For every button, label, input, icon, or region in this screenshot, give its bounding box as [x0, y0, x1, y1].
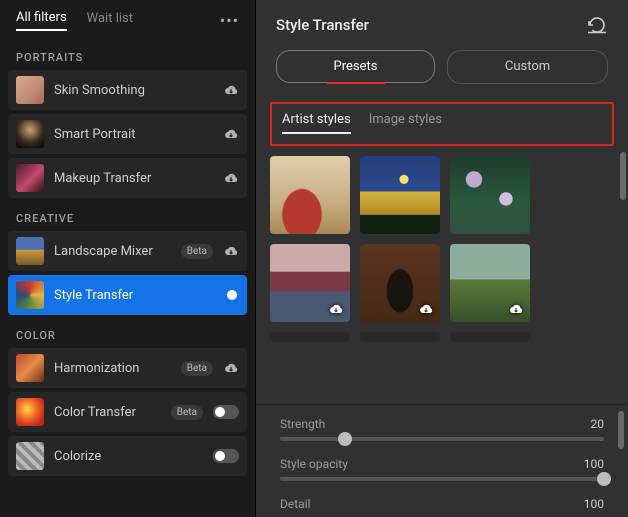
- slider-style-opacity[interactable]: Style opacity 100: [280, 457, 604, 481]
- filter-label: Makeup Transfer: [54, 171, 213, 186]
- preset-tile[interactable]: [360, 156, 440, 234]
- filter-label: Harmonization: [54, 361, 171, 376]
- filter-color-transfer[interactable]: Color Transfer Beta: [8, 392, 247, 432]
- slider-strength[interactable]: Strength 20: [280, 417, 604, 441]
- preset-grid: [270, 156, 614, 342]
- cloud-download-icon[interactable]: [418, 302, 434, 316]
- cloud-download-icon[interactable]: [328, 302, 344, 316]
- filter-label: Landscape Mixer: [54, 244, 171, 259]
- preset-scrollbar[interactable]: [618, 146, 626, 404]
- preset-tile[interactable]: [270, 156, 350, 234]
- filter-label: Smart Portrait: [54, 127, 213, 142]
- thumb-colorize-icon: [16, 442, 44, 470]
- highlighted-subtabs: Artist styles Image styles: [270, 102, 614, 146]
- preset-tile[interactable]: [360, 244, 440, 322]
- thumb-style-icon: [16, 281, 44, 309]
- slider-knob[interactable]: [597, 472, 611, 486]
- filter-label: Skin Smoothing: [54, 83, 213, 98]
- filters-sidebar: All filters Wait list ••• PORTRAITS Skin…: [0, 0, 255, 517]
- preset-tile[interactable]: [270, 332, 350, 342]
- thumb-skin-icon: [16, 76, 44, 104]
- filter-harmonization[interactable]: Harmonization Beta: [8, 348, 247, 388]
- sliders-scrollbar[interactable]: [618, 411, 624, 449]
- slider-value: 100: [584, 497, 604, 511]
- reset-icon[interactable]: [586, 16, 608, 34]
- tab-presets[interactable]: Presets: [276, 50, 435, 83]
- cloud-download-icon[interactable]: [223, 171, 239, 185]
- filter-label: Style Transfer: [54, 288, 203, 303]
- beta-badge: Beta: [181, 244, 213, 259]
- filter-makeup-transfer[interactable]: Makeup Transfer: [8, 158, 247, 198]
- filter-colorize[interactable]: Colorize: [8, 436, 247, 476]
- section-color: COLOR: [0, 315, 255, 348]
- thumb-harmonization-icon: [16, 354, 44, 382]
- filter-skin-smoothing[interactable]: Skin Smoothing: [8, 70, 247, 110]
- slider-label: Style opacity: [280, 457, 348, 471]
- tab-wait-list[interactable]: Wait list: [87, 11, 133, 30]
- filter-label: Color Transfer: [54, 405, 161, 420]
- slider-detail[interactable]: Detail 100: [280, 497, 604, 511]
- more-menu-icon[interactable]: •••: [220, 11, 239, 30]
- section-creative: CREATIVE: [0, 198, 255, 231]
- beta-badge: Beta: [181, 361, 213, 376]
- filter-landscape-mixer[interactable]: Landscape Mixer Beta: [8, 231, 247, 271]
- tab-custom[interactable]: Custom: [447, 50, 608, 84]
- subtab-image-styles[interactable]: Image styles: [369, 112, 442, 134]
- cloud-download-icon[interactable]: [223, 244, 239, 258]
- slider-value: 20: [591, 417, 605, 431]
- tab-all-filters[interactable]: All filters: [16, 10, 67, 31]
- filter-smart-portrait[interactable]: Smart Portrait: [8, 114, 247, 154]
- thumb-makeup-icon: [16, 164, 44, 192]
- slider-value: 100: [584, 457, 604, 471]
- style-transfer-panel: Style Transfer Presets Custom Artist sty…: [255, 0, 628, 517]
- thumb-portrait-icon: [16, 120, 44, 148]
- slider-label: Strength: [280, 417, 325, 431]
- slider-knob[interactable]: [338, 432, 352, 446]
- thumb-colortransfer-icon: [16, 398, 44, 426]
- cloud-download-icon[interactable]: [508, 302, 524, 316]
- cloud-download-icon[interactable]: [223, 83, 239, 97]
- slider-label: Detail: [280, 497, 311, 511]
- cloud-download-icon[interactable]: [223, 127, 239, 141]
- subtab-artist-styles[interactable]: Artist styles: [282, 112, 351, 134]
- preset-tile[interactable]: [450, 156, 530, 234]
- panel-title: Style Transfer: [276, 16, 369, 34]
- preset-tile[interactable]: [450, 244, 530, 322]
- cloud-download-icon[interactable]: [223, 361, 239, 375]
- thumb-landscape-icon: [16, 237, 44, 265]
- toggle-style-transfer[interactable]: [213, 288, 239, 302]
- preset-tile[interactable]: [450, 332, 530, 342]
- beta-badge: Beta: [171, 405, 203, 420]
- filter-label: Colorize: [54, 449, 203, 464]
- preset-tile[interactable]: [360, 332, 440, 342]
- toggle-color-transfer[interactable]: [213, 405, 239, 419]
- toggle-colorize[interactable]: [213, 449, 239, 463]
- filter-style-transfer[interactable]: Style Transfer: [8, 275, 247, 315]
- preset-tile[interactable]: [270, 244, 350, 322]
- section-portraits: PORTRAITS: [0, 37, 255, 70]
